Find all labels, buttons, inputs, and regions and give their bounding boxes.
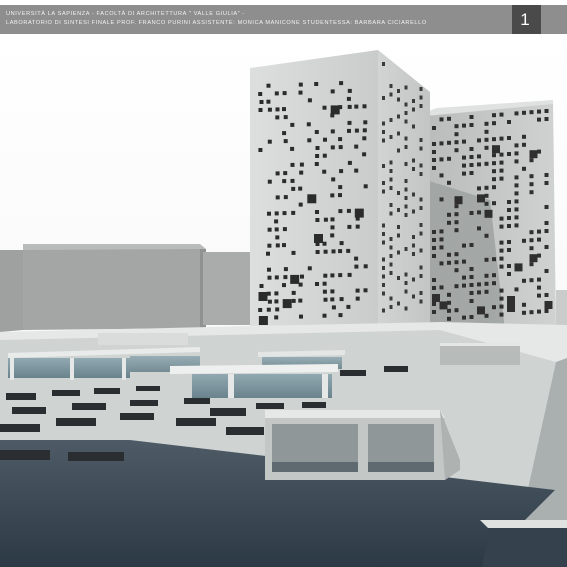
header-bar: UNIVERSITÀ LA SAPIENZA - FACOLTÀ DI ARCH…	[0, 5, 567, 34]
front-pavilion	[265, 410, 460, 480]
header-course-line: LABORATORIO DI SINTESI FINALE PROF. FRAN…	[6, 20, 427, 26]
background-buildings	[0, 244, 250, 332]
page-number: 1 1	[512, 5, 541, 58]
right-pavilion	[440, 343, 520, 365]
presentation-board: UNIVERSITÀ LA SAPIENZA - FACOLTÀ DI ARCH…	[0, 0, 567, 567]
architectural-render	[0, 34, 567, 567]
header-university-line: UNIVERSITÀ LA SAPIENZA - FACOLTÀ DI ARCH…	[6, 11, 245, 17]
